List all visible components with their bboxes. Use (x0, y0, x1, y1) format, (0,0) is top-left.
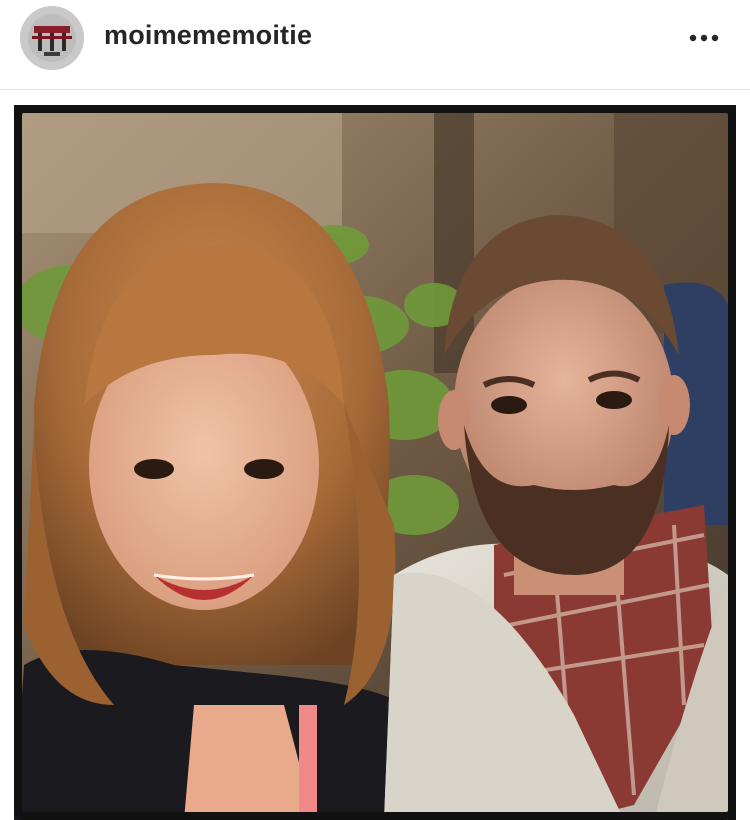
post-photo-area (0, 91, 750, 820)
username[interactable]: moimememoitie (104, 20, 312, 51)
more-options-icon (689, 34, 719, 42)
post-header: moimememoitie (0, 0, 750, 90)
profile-avatar[interactable] (20, 6, 84, 70)
post-photo[interactable] (14, 105, 736, 820)
instagram-post: moimememoitie (0, 0, 750, 820)
avatar-logo-icon (20, 6, 84, 70)
more-options-button[interactable] (684, 24, 724, 52)
photo-illustration (14, 105, 736, 820)
